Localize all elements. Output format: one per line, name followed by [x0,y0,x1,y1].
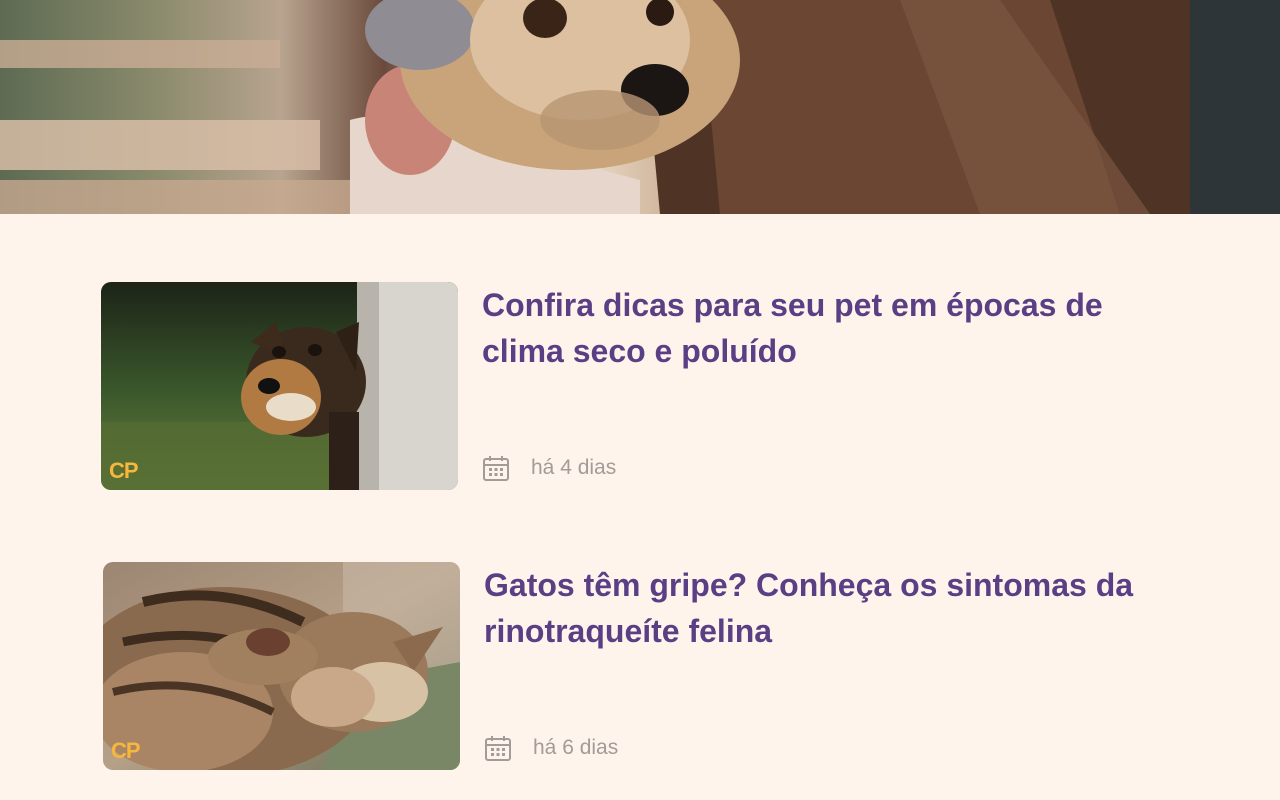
calendar-icon [482,454,510,482]
article-meta: há 6 dias [484,734,618,762]
calendar-icon [484,734,512,762]
article-title[interactable]: Confira dicas para seu pet em épocas de … [482,282,1162,374]
article-thumbnail[interactable]: CP [103,562,460,770]
brand-logo: CP [111,738,141,763]
article-card[interactable]: CP Confira dicas para seu pet em épocas … [101,282,1161,492]
article-meta: há 4 dias [482,454,616,482]
brand-logo: CP [109,458,139,483]
article-date: há 6 dias [533,736,619,759]
article-card[interactable]: CP Gatos têm gripe? Conheça os sintomas … [103,562,1163,772]
article-date: há 4 dias [531,456,617,479]
cat-photo [103,562,460,770]
dog-photo [101,282,458,490]
hero-image [0,0,1280,214]
article-title[interactable]: Gatos têm gripe? Conheça os sintomas da … [484,562,1164,654]
article-thumbnail[interactable]: CP [101,282,458,490]
hero-banner [0,0,1280,214]
